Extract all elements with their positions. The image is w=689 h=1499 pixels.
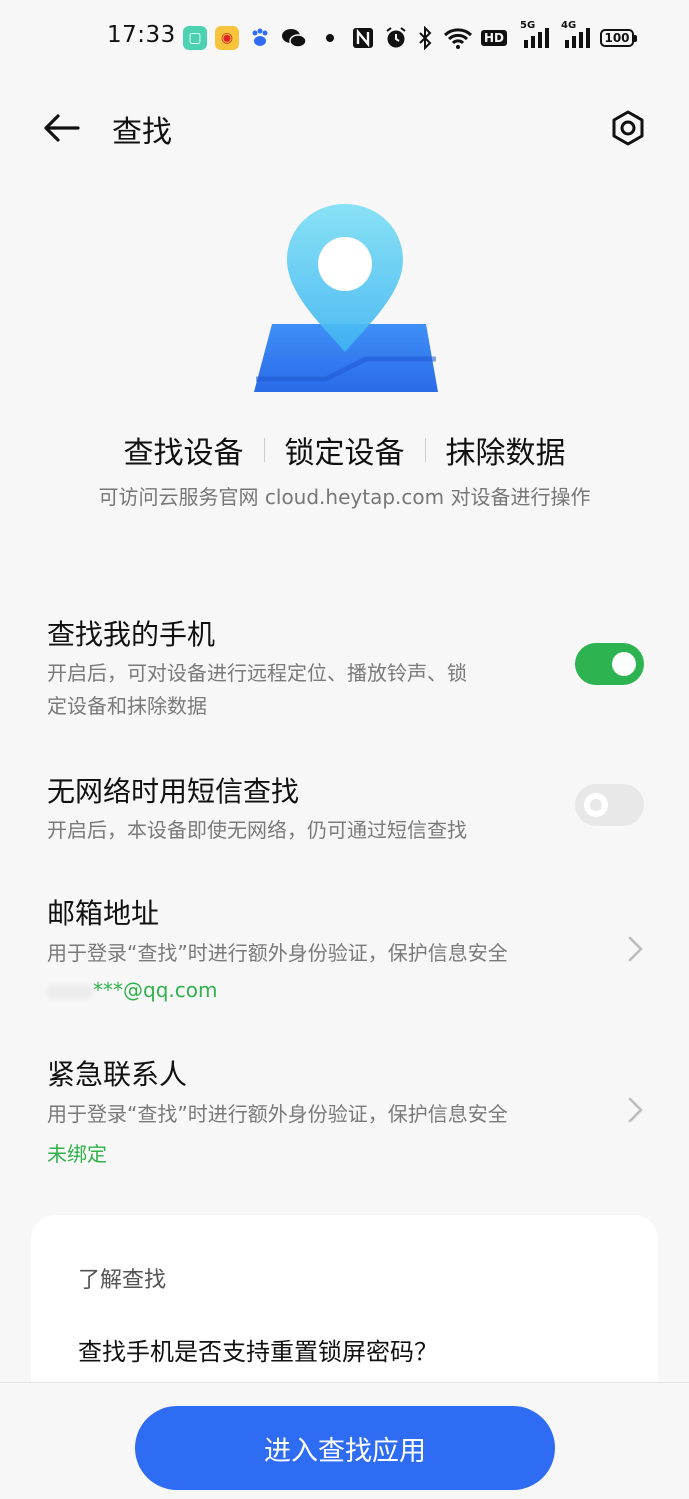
device-actions: 查找设备 锁定设备 抹除数据 <box>0 428 689 472</box>
sms-find-toggle[interactable] <box>575 784 644 826</box>
location-pin-illustration <box>250 204 440 394</box>
learn-title: 了解查找 <box>78 1268 167 1293</box>
cloud-hint: 可访问云服务官网 cloud.heytap.com 对设备进行操作 <box>98 485 591 509</box>
learn-question-link[interactable]: 查找手机是否支持重置锁屏密码？ <box>78 1332 438 1367</box>
hd-icon: HD <box>481 26 508 50</box>
wifi-icon <box>443 26 473 50</box>
nfc-icon <box>352 26 374 50</box>
email-title[interactable]: 邮箱地址 <box>47 892 159 932</box>
back-button[interactable] <box>40 108 84 148</box>
find-my-phone-desc-line2: 定设备和抹除数据 <box>47 694 207 718</box>
signal-5g-icon: 5G <box>520 20 552 50</box>
signal-4g-icon: 4G <box>561 20 593 50</box>
email-desc: 用于登录“查找”时进行额外身份验证，保护信息安全 <box>47 941 508 965</box>
emergency-contact-desc: 用于登录“查找”时进行额外身份验证，保护信息安全 <box>47 1102 508 1126</box>
enter-find-app-button[interactable]: 进入查找应用 <box>135 1406 555 1490</box>
app-notification-icon: ▢ <box>183 26 207 50</box>
battery-icon: 100 <box>600 29 637 47</box>
gear-icon <box>612 110 644 146</box>
find-my-phone-title: 查找我的手机 <box>47 618 216 651</box>
bluetooth-icon <box>416 26 434 50</box>
emergency-contact-chevron-icon[interactable] <box>624 1095 646 1125</box>
alarm-icon <box>384 26 408 50</box>
emergency-contact-value: 未绑定 <box>47 1142 107 1166</box>
page-title: 查找 <box>112 115 172 150</box>
weibo-icon: ◉ <box>215 26 239 50</box>
settings-button[interactable] <box>606 106 650 150</box>
baidu-icon <box>248 26 272 50</box>
wechat-icon <box>281 26 307 50</box>
email-value: ***@qq.com <box>47 978 217 1002</box>
sms-find-title: 无网络时用短信查找 <box>47 775 300 808</box>
find-my-phone-desc-line1: 开启后，可对设备进行远程定位、播放铃声、锁 <box>47 661 467 685</box>
find-device-action[interactable]: 查找设备 <box>104 428 264 472</box>
status-time: 17:33 <box>107 22 176 48</box>
email-chevron-icon[interactable] <box>624 934 646 964</box>
emergency-contact-title[interactable]: 紧急联系人 <box>47 1053 187 1093</box>
back-arrow-icon <box>44 114 80 142</box>
erase-data-action[interactable]: 抹除数据 <box>426 428 586 472</box>
sms-find-desc: 开启后，本设备即使无网络，仍可通过短信查找 <box>47 818 467 842</box>
lock-device-action[interactable]: 锁定设备 <box>265 428 425 472</box>
notification-dot-icon <box>325 26 335 50</box>
find-my-phone-toggle[interactable] <box>575 643 644 685</box>
